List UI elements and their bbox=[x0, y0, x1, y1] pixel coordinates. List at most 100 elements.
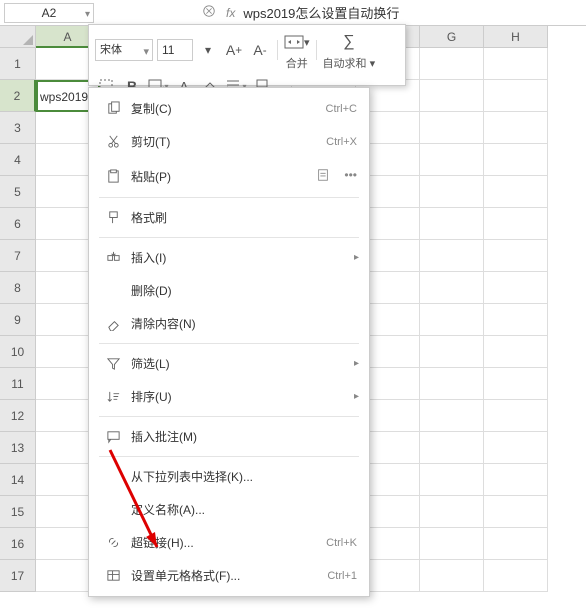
cell[interactable] bbox=[484, 208, 548, 240]
font-selector[interactable]: 宋体▾ bbox=[95, 39, 153, 61]
cell[interactable] bbox=[420, 464, 484, 496]
mini-toolbar: 宋体▾ 11 ▾ A+ A- ▾ 合并 ∑ 自动求和 ▾ B A bbox=[88, 24, 406, 86]
copy-icon bbox=[101, 101, 125, 116]
cell[interactable] bbox=[420, 208, 484, 240]
context-menu: 复制(C) Ctrl+C 剪切(T) Ctrl+X 粘贴(P) ••• 格式刷 … bbox=[88, 87, 370, 597]
comment-icon bbox=[101, 429, 125, 444]
cell[interactable] bbox=[484, 304, 548, 336]
cell[interactable] bbox=[420, 80, 484, 112]
menu-hyperlink[interactable]: 超链接(H)... Ctrl+K bbox=[89, 526, 369, 559]
row-header[interactable]: 14 bbox=[0, 464, 36, 496]
cell[interactable] bbox=[420, 528, 484, 560]
menu-clear[interactable]: 清除内容(N) bbox=[89, 307, 369, 340]
cell[interactable] bbox=[420, 112, 484, 144]
menu-comment[interactable]: 插入批注(M) bbox=[89, 420, 369, 453]
cell[interactable] bbox=[420, 560, 484, 592]
menu-dropdown-select[interactable]: 从下拉列表中选择(K)... bbox=[89, 460, 369, 493]
increase-font-icon[interactable]: A+ bbox=[223, 39, 245, 61]
menu-insert[interactable]: 插入(I) bbox=[89, 241, 369, 274]
cell[interactable] bbox=[484, 400, 548, 432]
name-box[interactable]: A2 ▾ bbox=[4, 3, 94, 23]
cell[interactable] bbox=[484, 464, 548, 496]
row-header[interactable]: 10 bbox=[0, 336, 36, 368]
menu-format-painter[interactable]: 格式刷 bbox=[89, 201, 369, 234]
cell[interactable] bbox=[484, 80, 548, 112]
paste-icon bbox=[101, 169, 125, 184]
separator bbox=[99, 197, 359, 198]
cell[interactable] bbox=[484, 176, 548, 208]
menu-define-name[interactable]: 定义名称(A)... bbox=[89, 493, 369, 526]
sort-icon bbox=[101, 389, 125, 404]
row-header[interactable]: 4 bbox=[0, 144, 36, 176]
menu-cut[interactable]: 剪切(T) Ctrl+X bbox=[89, 125, 369, 158]
row-header[interactable]: 5 bbox=[0, 176, 36, 208]
row-header[interactable]: 1 bbox=[0, 48, 36, 80]
format-cells-icon bbox=[101, 568, 125, 583]
clear-icon bbox=[101, 316, 125, 331]
cell[interactable] bbox=[484, 432, 548, 464]
row-header[interactable]: 6 bbox=[0, 208, 36, 240]
cell[interactable] bbox=[420, 336, 484, 368]
column-header[interactable]: G bbox=[420, 26, 484, 48]
size-selector[interactable]: 11 bbox=[157, 39, 193, 61]
formula-bar: A2 ▾ fx wps2019怎么设置自动换行 bbox=[0, 0, 586, 26]
cell[interactable] bbox=[484, 528, 548, 560]
separator bbox=[99, 456, 359, 457]
cell[interactable] bbox=[420, 144, 484, 176]
cell[interactable] bbox=[420, 48, 484, 80]
menu-copy[interactable]: 复制(C) Ctrl+C bbox=[89, 92, 369, 125]
row-header[interactable]: 2 bbox=[0, 80, 36, 112]
column-header[interactable]: H bbox=[484, 26, 548, 48]
row-header[interactable]: 11 bbox=[0, 368, 36, 400]
row-header[interactable]: 7 bbox=[0, 240, 36, 272]
cell[interactable] bbox=[484, 240, 548, 272]
cell[interactable] bbox=[484, 368, 548, 400]
cell[interactable] bbox=[484, 48, 548, 80]
row-header[interactable]: 13 bbox=[0, 432, 36, 464]
menu-paste[interactable]: 粘贴(P) ••• bbox=[89, 158, 369, 194]
row-header[interactable]: 16 bbox=[0, 528, 36, 560]
fx-icon[interactable]: fx bbox=[226, 6, 235, 20]
cell[interactable] bbox=[420, 304, 484, 336]
row-header[interactable]: 17 bbox=[0, 560, 36, 592]
chevron-down-icon: ▾ bbox=[85, 6, 90, 24]
cell[interactable] bbox=[484, 560, 548, 592]
row-header[interactable]: 9 bbox=[0, 304, 36, 336]
separator bbox=[99, 416, 359, 417]
more-icon[interactable]: ••• bbox=[344, 168, 357, 185]
link-icon bbox=[101, 535, 125, 550]
row-header[interactable]: 15 bbox=[0, 496, 36, 528]
chevron-down-icon[interactable]: ▾ bbox=[197, 39, 219, 61]
formula-input[interactable]: wps2019怎么设置自动换行 bbox=[235, 3, 582, 22]
cell-reference: A2 bbox=[42, 6, 57, 20]
row-header[interactable]: 12 bbox=[0, 400, 36, 432]
autosum-group[interactable]: ∑ 自动求和 ▾ bbox=[323, 29, 376, 71]
cell[interactable] bbox=[420, 368, 484, 400]
cell[interactable] bbox=[420, 496, 484, 528]
cancel-icon[interactable] bbox=[202, 4, 216, 21]
cell[interactable] bbox=[420, 400, 484, 432]
separator bbox=[99, 237, 359, 238]
merge-group[interactable]: ▾ 合并 bbox=[284, 29, 310, 71]
cell[interactable] bbox=[484, 112, 548, 144]
paste-special-icon[interactable] bbox=[316, 168, 330, 185]
cell[interactable] bbox=[420, 240, 484, 272]
row-header[interactable]: 8 bbox=[0, 272, 36, 304]
menu-sort[interactable]: 排序(U) bbox=[89, 380, 369, 413]
decrease-font-icon[interactable]: A- bbox=[249, 39, 271, 61]
row-header[interactable]: 3 bbox=[0, 112, 36, 144]
separator bbox=[99, 343, 359, 344]
menu-filter[interactable]: 筛选(L) bbox=[89, 347, 369, 380]
cell[interactable] bbox=[484, 272, 548, 304]
cell[interactable] bbox=[484, 496, 548, 528]
menu-delete[interactable]: 删除(D) bbox=[89, 274, 369, 307]
cut-icon bbox=[101, 134, 125, 149]
select-all-corner[interactable] bbox=[0, 26, 36, 48]
cell[interactable] bbox=[420, 432, 484, 464]
cell[interactable] bbox=[484, 144, 548, 176]
cell[interactable] bbox=[484, 336, 548, 368]
cell[interactable] bbox=[420, 272, 484, 304]
format-painter-icon bbox=[101, 210, 125, 225]
menu-format-cells[interactable]: 设置单元格格式(F)... Ctrl+1 bbox=[89, 559, 369, 592]
cell[interactable] bbox=[420, 176, 484, 208]
